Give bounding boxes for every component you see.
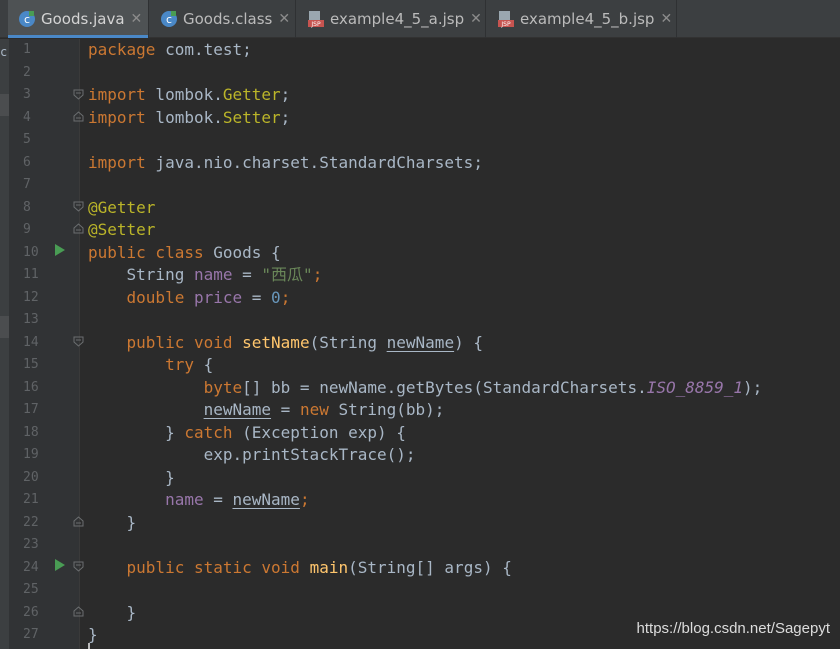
code-line: } (88, 467, 175, 487)
line-number: 9 (23, 222, 31, 237)
line-number: 10 (23, 244, 39, 260)
fold-open-icon[interactable] (73, 336, 84, 347)
code-line: name = newName; (165, 490, 310, 509)
line-number: 24 (23, 559, 39, 575)
strip-fragment (0, 316, 9, 338)
code-line: import java.nio.charset.StandardCharsets… (88, 152, 483, 172)
close-icon[interactable]: ✕ (660, 11, 672, 27)
code-editor[interactable]: package com.test; import lombok.Getter; … (88, 39, 840, 649)
code-line: public void setName(String newName) { (88, 332, 483, 352)
tab-goods-java[interactable]: c Goods.java ✕ (8, 0, 149, 38)
tab-goods-class[interactable]: c Goods.class ✕ (150, 0, 296, 38)
code-line: } (88, 512, 137, 532)
strip-label: c (0, 45, 8, 59)
fold-close-icon[interactable] (73, 111, 84, 122)
code-line: newName = new String(bb); (203, 400, 445, 419)
fold-close-icon[interactable] (73, 223, 84, 234)
code-line: package com.test; (88, 40, 252, 59)
jsp-file-icon: JSP (497, 10, 515, 28)
line-number: 5 (23, 132, 31, 147)
line-number: 22 (23, 514, 39, 530)
line-number: 17 (23, 402, 39, 417)
tab-label: Goods.java (41, 10, 125, 28)
line-number: 8 (23, 199, 31, 215)
line-number: 14 (23, 334, 39, 350)
fold-open-icon[interactable] (73, 89, 84, 100)
fold-open-icon[interactable] (73, 561, 84, 572)
code-line: import lombok.Setter; (88, 107, 291, 127)
line-number: 20 (23, 469, 39, 485)
code-line: } catch (Exception exp) { (88, 422, 406, 442)
run-icon[interactable] (55, 244, 65, 256)
line-number: 15 (23, 357, 39, 372)
tab-example4-5-a-jsp[interactable]: JSP example4_5_a.jsp ✕ (297, 0, 486, 38)
java-class-icon: c (18, 10, 36, 28)
svg-text:JSP: JSP (500, 21, 511, 28)
line-number: 21 (23, 492, 39, 507)
line-number: 4 (23, 109, 31, 125)
code-line: public class Goods { (88, 242, 281, 262)
editor-gutter[interactable]: 1 2 3 4 5 6 7 8 9 10 11 12 13 14 15 16 1… (9, 39, 80, 649)
line-number: 7 (23, 177, 31, 192)
line-number: 12 (23, 289, 39, 305)
run-icon[interactable] (55, 559, 65, 571)
line-number: 6 (23, 154, 31, 170)
line-number: 13 (23, 312, 39, 327)
code-line: import lombok.Getter; (88, 85, 291, 104)
code-line: } (88, 602, 137, 622)
jsp-file-icon: JSP (307, 10, 325, 28)
text-caret (88, 643, 90, 649)
line-number: 26 (23, 604, 39, 620)
code-line: byte[] bb = newName.getBytes(StandardCha… (88, 377, 763, 397)
close-icon[interactable]: ✕ (131, 11, 143, 27)
line-number: 11 (23, 267, 39, 282)
code-line: @Getter (88, 197, 156, 217)
tab-label: Goods.class (183, 10, 273, 28)
line-number: 1 (23, 42, 31, 57)
code-line: double price = 0; (88, 287, 291, 307)
tool-window-strip (0, 39, 9, 649)
tab-label: example4_5_a.jsp (330, 10, 465, 28)
java-class-icon: c (160, 10, 178, 28)
fold-close-icon[interactable] (73, 606, 84, 617)
strip-fragment (0, 94, 9, 116)
line-number: 2 (23, 64, 31, 80)
tab-example4-5-b-jsp[interactable]: JSP example4_5_b.jsp ✕ (487, 0, 677, 38)
line-number: 16 (23, 379, 39, 395)
code-line: String name = "西瓜"; (88, 265, 323, 284)
line-number: 19 (23, 447, 39, 462)
editor-tab-bar: c Goods.java ✕ c Goods.class ✕ JSP examp… (0, 0, 840, 38)
code-line: exp.printStackTrace(); (88, 445, 416, 464)
line-number: 3 (23, 87, 31, 102)
code-line: try { (88, 355, 214, 374)
tab-label: example4_5_b.jsp (520, 10, 655, 28)
line-number: 27 (23, 627, 39, 642)
line-number: 18 (23, 424, 39, 440)
code-line: @Setter (88, 220, 156, 239)
close-icon[interactable]: ✕ (470, 11, 482, 27)
line-number: 25 (23, 582, 39, 597)
watermark: https://blog.csdn.net/Sagepyt (636, 620, 830, 637)
fold-close-icon[interactable] (73, 516, 84, 527)
code-line: public static void main(String[] args) { (88, 557, 512, 577)
line-number: 23 (23, 537, 39, 552)
close-icon[interactable]: ✕ (278, 11, 290, 27)
svg-text:JSP: JSP (310, 21, 321, 28)
fold-open-icon[interactable] (73, 201, 84, 212)
